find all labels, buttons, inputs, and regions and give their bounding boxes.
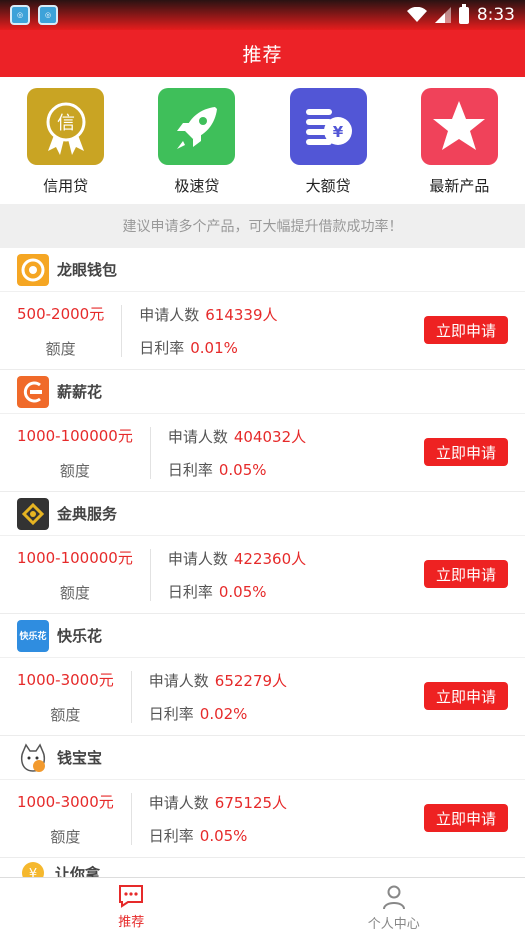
tip-banner: 建议申请多个产品，可大幅提升借款成功率！	[0, 204, 525, 248]
amount-label: 额度	[50, 705, 81, 724]
applicants-label: 申请人数	[167, 549, 228, 568]
daily-rate-label: 日利率	[167, 460, 213, 479]
nav-tab-profile[interactable]: 个人中心	[263, 878, 525, 934]
bottom-nav: 推荐 个人中心	[0, 877, 525, 934]
applicants-label: 申请人数	[148, 671, 209, 690]
product-name: 快乐花	[57, 627, 103, 645]
apply-button[interactable]: 立即申请	[424, 682, 508, 710]
apply-button[interactable]: 立即申请	[424, 316, 508, 344]
product-amount: 1000-3000元	[17, 670, 114, 689]
notification-app-icon: ◎	[38, 5, 58, 25]
category-fast-loan[interactable]: 极速贷	[131, 77, 262, 204]
product-card[interactable]: 薪薪花 1000-100000元 额度 申请人数 404032人 日利率 0.05%…	[0, 370, 525, 492]
cat-mascot-icon	[17, 741, 49, 774]
clock: 8:33	[476, 5, 515, 25]
category-grid: 信 信用贷 极速贷 ¥ 大额贷 最新产品	[0, 77, 525, 204]
apply-button[interactable]: 立即申请	[424, 438, 508, 466]
category-label: 信用贷	[43, 177, 89, 195]
amount-label: 额度	[45, 339, 76, 358]
product-list: 龙眼钱包 500-2000元 额度 申请人数 614339人 日利率 0.01% 立…	[0, 248, 525, 877]
amount-label: 额度	[59, 461, 90, 480]
category-credit-loan[interactable]: 信 信用贷	[0, 77, 131, 204]
product-card[interactable]: 金典服务 1000-100000元 额度 申请人数 422360人 日利率 0.05…	[0, 492, 525, 614]
battery-icon	[458, 3, 469, 24]
page-title: 推荐	[242, 44, 283, 66]
svg-text:信: 信	[57, 113, 75, 134]
daily-rate-value: 0.02%	[199, 704, 248, 723]
amount-label: 额度	[59, 583, 90, 602]
product-amount: 1000-100000元	[17, 548, 133, 567]
applicants-count: 614339人	[205, 305, 278, 324]
title-bar: 推荐	[0, 30, 525, 77]
product-name: 龙眼钱包	[57, 261, 118, 279]
apply-button[interactable]: 立即申请	[424, 804, 508, 832]
daily-rate-value: 0.01%	[190, 338, 238, 357]
nav-tab-recommend[interactable]: 推荐	[0, 878, 263, 934]
product-logo-icon	[17, 375, 49, 408]
svg-text:¥: ¥	[333, 123, 344, 141]
product-amount: 1000-3000元	[17, 792, 114, 811]
signal-icon	[434, 7, 451, 23]
product-name: 金典服务	[57, 505, 118, 523]
daily-rate-label: 日利率	[148, 826, 194, 845]
notification-app-icon: ◎	[10, 5, 30, 25]
product-logo-icon	[17, 253, 49, 286]
star-icon	[420, 88, 498, 165]
product-card[interactable]: 龙眼钱包 500-2000元 额度 申请人数 614339人 日利率 0.01% 立…	[0, 248, 525, 370]
coins-yen-icon: ¥	[289, 88, 367, 165]
svg-text:¥: ¥	[29, 867, 37, 877]
applicants-count: 404032人	[233, 427, 307, 446]
daily-rate-value: 0.05%	[218, 460, 267, 479]
rocket-icon	[158, 88, 236, 165]
person-icon	[382, 885, 405, 910]
category-large-loan[interactable]: ¥ 大额贷	[263, 77, 394, 204]
product-name: 薪薪花	[57, 383, 103, 401]
category-label: 极速贷	[174, 177, 220, 195]
amount-label: 额度	[50, 827, 81, 846]
daily-rate-value: 0.05%	[199, 826, 248, 845]
applicants-count: 652279人	[214, 671, 288, 690]
applicants-count: 422360人	[233, 549, 307, 568]
applicants-label: 申请人数	[139, 305, 200, 324]
category-label: 最新产品	[429, 177, 490, 195]
category-new-products[interactable]: 最新产品	[394, 77, 525, 204]
category-label: 大额贷	[305, 177, 351, 195]
product-card[interactable]: 钱宝宝 1000-3000元 额度 申请人数 675125人 日利率 0.05% 立…	[0, 736, 525, 858]
product-name: 让你拿	[55, 864, 101, 878]
nav-label: 个人中心	[367, 917, 420, 932]
daily-rate-label: 日利率	[167, 582, 213, 601]
wifi-icon	[406, 7, 427, 22]
product-amount: 500-2000元	[17, 304, 105, 323]
product-header: 快乐花 快乐花	[0, 614, 525, 658]
chat-bubble-icon	[119, 885, 144, 908]
product-header: 金典服务	[0, 492, 525, 536]
product-logo-text: 快乐花	[19, 632, 47, 642]
apply-button[interactable]: 立即申请	[424, 560, 508, 588]
applicants-count: 675125人	[214, 793, 288, 812]
product-card-partial[interactable]: ¥ 让你拿	[0, 858, 525, 877]
product-logo-icon: 快乐花	[17, 619, 49, 652]
product-logo-icon	[17, 497, 49, 530]
product-header: 薪薪花	[0, 370, 525, 414]
applicants-label: 申请人数	[167, 427, 228, 446]
coin-icon: ¥	[22, 862, 44, 877]
status-bar: ◎ ◎ 8:33	[0, 0, 525, 30]
applicants-label: 申请人数	[148, 793, 209, 812]
product-name: 钱宝宝	[57, 749, 103, 767]
product-card[interactable]: 快乐花 快乐花 1000-3000元 额度 申请人数 652279人 日利率 0.0…	[0, 614, 525, 736]
product-header: 钱宝宝	[0, 736, 525, 780]
daily-rate-value: 0.05%	[218, 582, 267, 601]
daily-rate-label: 日利率	[148, 704, 194, 723]
credit-badge-icon: 信	[27, 88, 105, 165]
product-amount: 1000-100000元	[17, 426, 133, 445]
nav-label: 推荐	[118, 915, 145, 930]
daily-rate-label: 日利率	[139, 338, 185, 357]
product-header: 龙眼钱包	[0, 248, 525, 292]
